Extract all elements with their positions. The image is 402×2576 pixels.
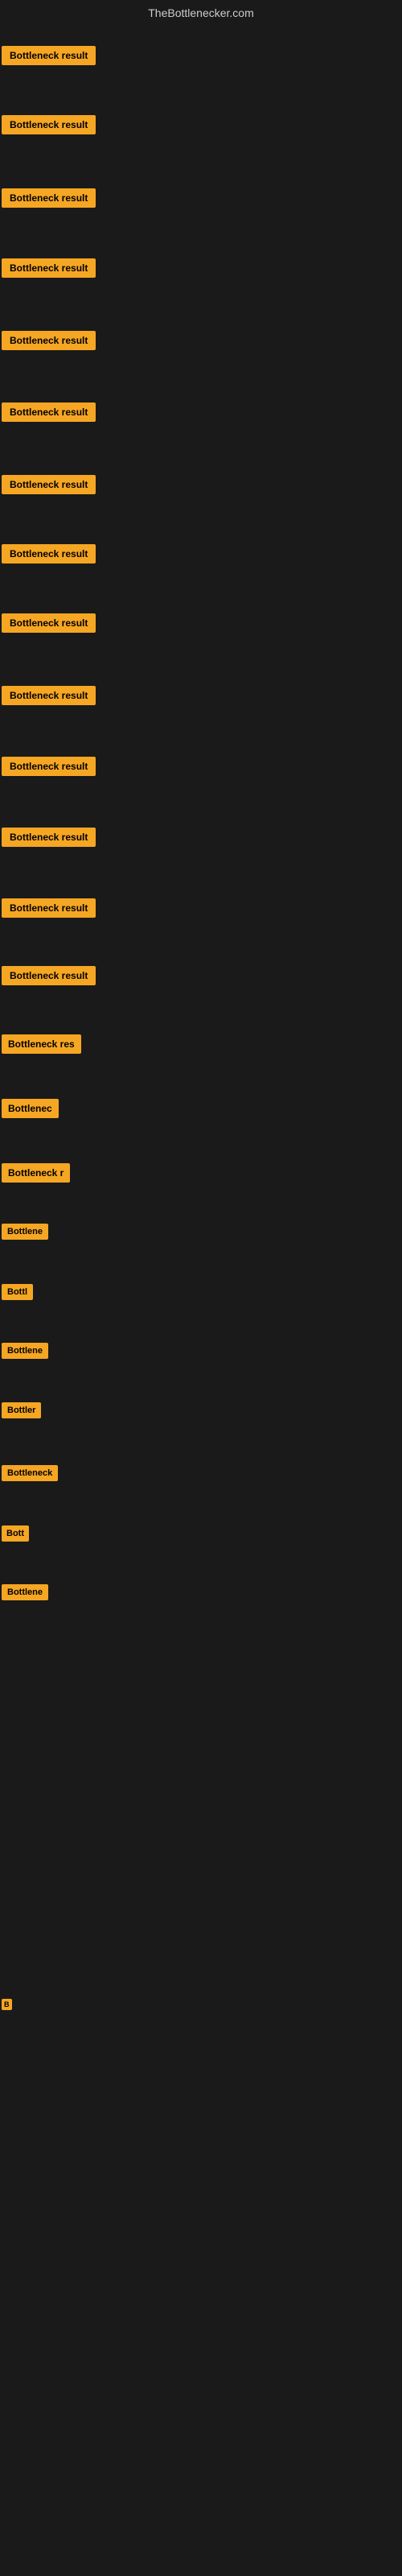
list-item: Bottleneck result xyxy=(2,46,96,65)
list-item: Bottler xyxy=(2,1402,41,1418)
bottleneck-badge[interactable]: Bottleneck result xyxy=(2,966,96,985)
bottleneck-badge[interactable]: Bottleneck result xyxy=(2,828,96,847)
list-item: Bottlene xyxy=(2,1343,48,1359)
bottleneck-badge[interactable]: Bottleneck result xyxy=(2,757,96,776)
list-item: Bottleneck result xyxy=(2,475,96,494)
bottleneck-badge[interactable]: Bottleneck result xyxy=(2,686,96,705)
list-item: Bottleneck res xyxy=(2,1034,81,1054)
bottleneck-badge[interactable]: B xyxy=(2,1999,12,2010)
bottleneck-badge[interactable]: Bottleneck res xyxy=(2,1034,81,1054)
page-container: TheBottlenecker.com Bottleneck result Bo… xyxy=(0,0,402,2576)
list-item: Bottlene xyxy=(2,1224,48,1240)
bottleneck-badge[interactable]: Bottleneck result xyxy=(2,46,96,65)
bottleneck-badge[interactable]: Bottl xyxy=(2,1284,33,1300)
bottleneck-badge[interactable]: Bottleneck result xyxy=(2,475,96,494)
bottleneck-badge[interactable]: Bottleneck result xyxy=(2,402,96,422)
bottleneck-badge[interactable]: Bottler xyxy=(2,1402,41,1418)
bottleneck-badge[interactable]: Bottleneck result xyxy=(2,331,96,350)
bottleneck-badge[interactable]: Bottleneck r xyxy=(2,1163,70,1183)
list-item: Bottleneck result xyxy=(2,966,96,985)
bottleneck-badge[interactable]: Bottleneck result xyxy=(2,258,96,278)
bottleneck-badge[interactable]: Bottleneck result xyxy=(2,115,96,134)
list-item: Bottleneck result xyxy=(2,188,96,208)
bottleneck-badge[interactable]: Bottleneck result xyxy=(2,544,96,564)
list-item: Bottleneck result xyxy=(2,686,96,705)
list-item: Bottleneck xyxy=(2,1465,58,1481)
list-item: Bottleneck result xyxy=(2,331,96,350)
list-item: Bottleneck result xyxy=(2,402,96,422)
bottleneck-badge[interactable]: Bott xyxy=(2,1525,29,1542)
list-item: Bottleneck r xyxy=(2,1163,70,1183)
list-item: Bottleneck result xyxy=(2,613,96,633)
list-item: Bottleneck result xyxy=(2,828,96,847)
list-item: Bottleneck result xyxy=(2,757,96,776)
bottleneck-badge[interactable]: Bottlene xyxy=(2,1584,48,1600)
bottleneck-badge[interactable]: Bottleneck xyxy=(2,1465,58,1481)
bottleneck-badge[interactable]: Bottleneck result xyxy=(2,898,96,918)
list-item: B xyxy=(2,1996,12,2011)
list-item: Bottleneck result xyxy=(2,898,96,918)
bottleneck-badge[interactable]: Bottlenec xyxy=(2,1099,59,1118)
list-item: Bottleneck result xyxy=(2,115,96,134)
bottleneck-badge[interactable]: Bottlene xyxy=(2,1343,48,1359)
bottleneck-badge[interactable]: Bottleneck result xyxy=(2,188,96,208)
bottleneck-badge[interactable]: Bottleneck result xyxy=(2,613,96,633)
list-item: Bottl xyxy=(2,1284,33,1300)
site-title: TheBottlenecker.com xyxy=(0,0,402,23)
list-item: Bottleneck result xyxy=(2,544,96,564)
list-item: Bottleneck result xyxy=(2,258,96,278)
list-item: Bottlenec xyxy=(2,1099,59,1118)
list-item: Bottlene xyxy=(2,1584,48,1600)
list-item: Bott xyxy=(2,1525,29,1542)
bottleneck-badge[interactable]: Bottlene xyxy=(2,1224,48,1240)
